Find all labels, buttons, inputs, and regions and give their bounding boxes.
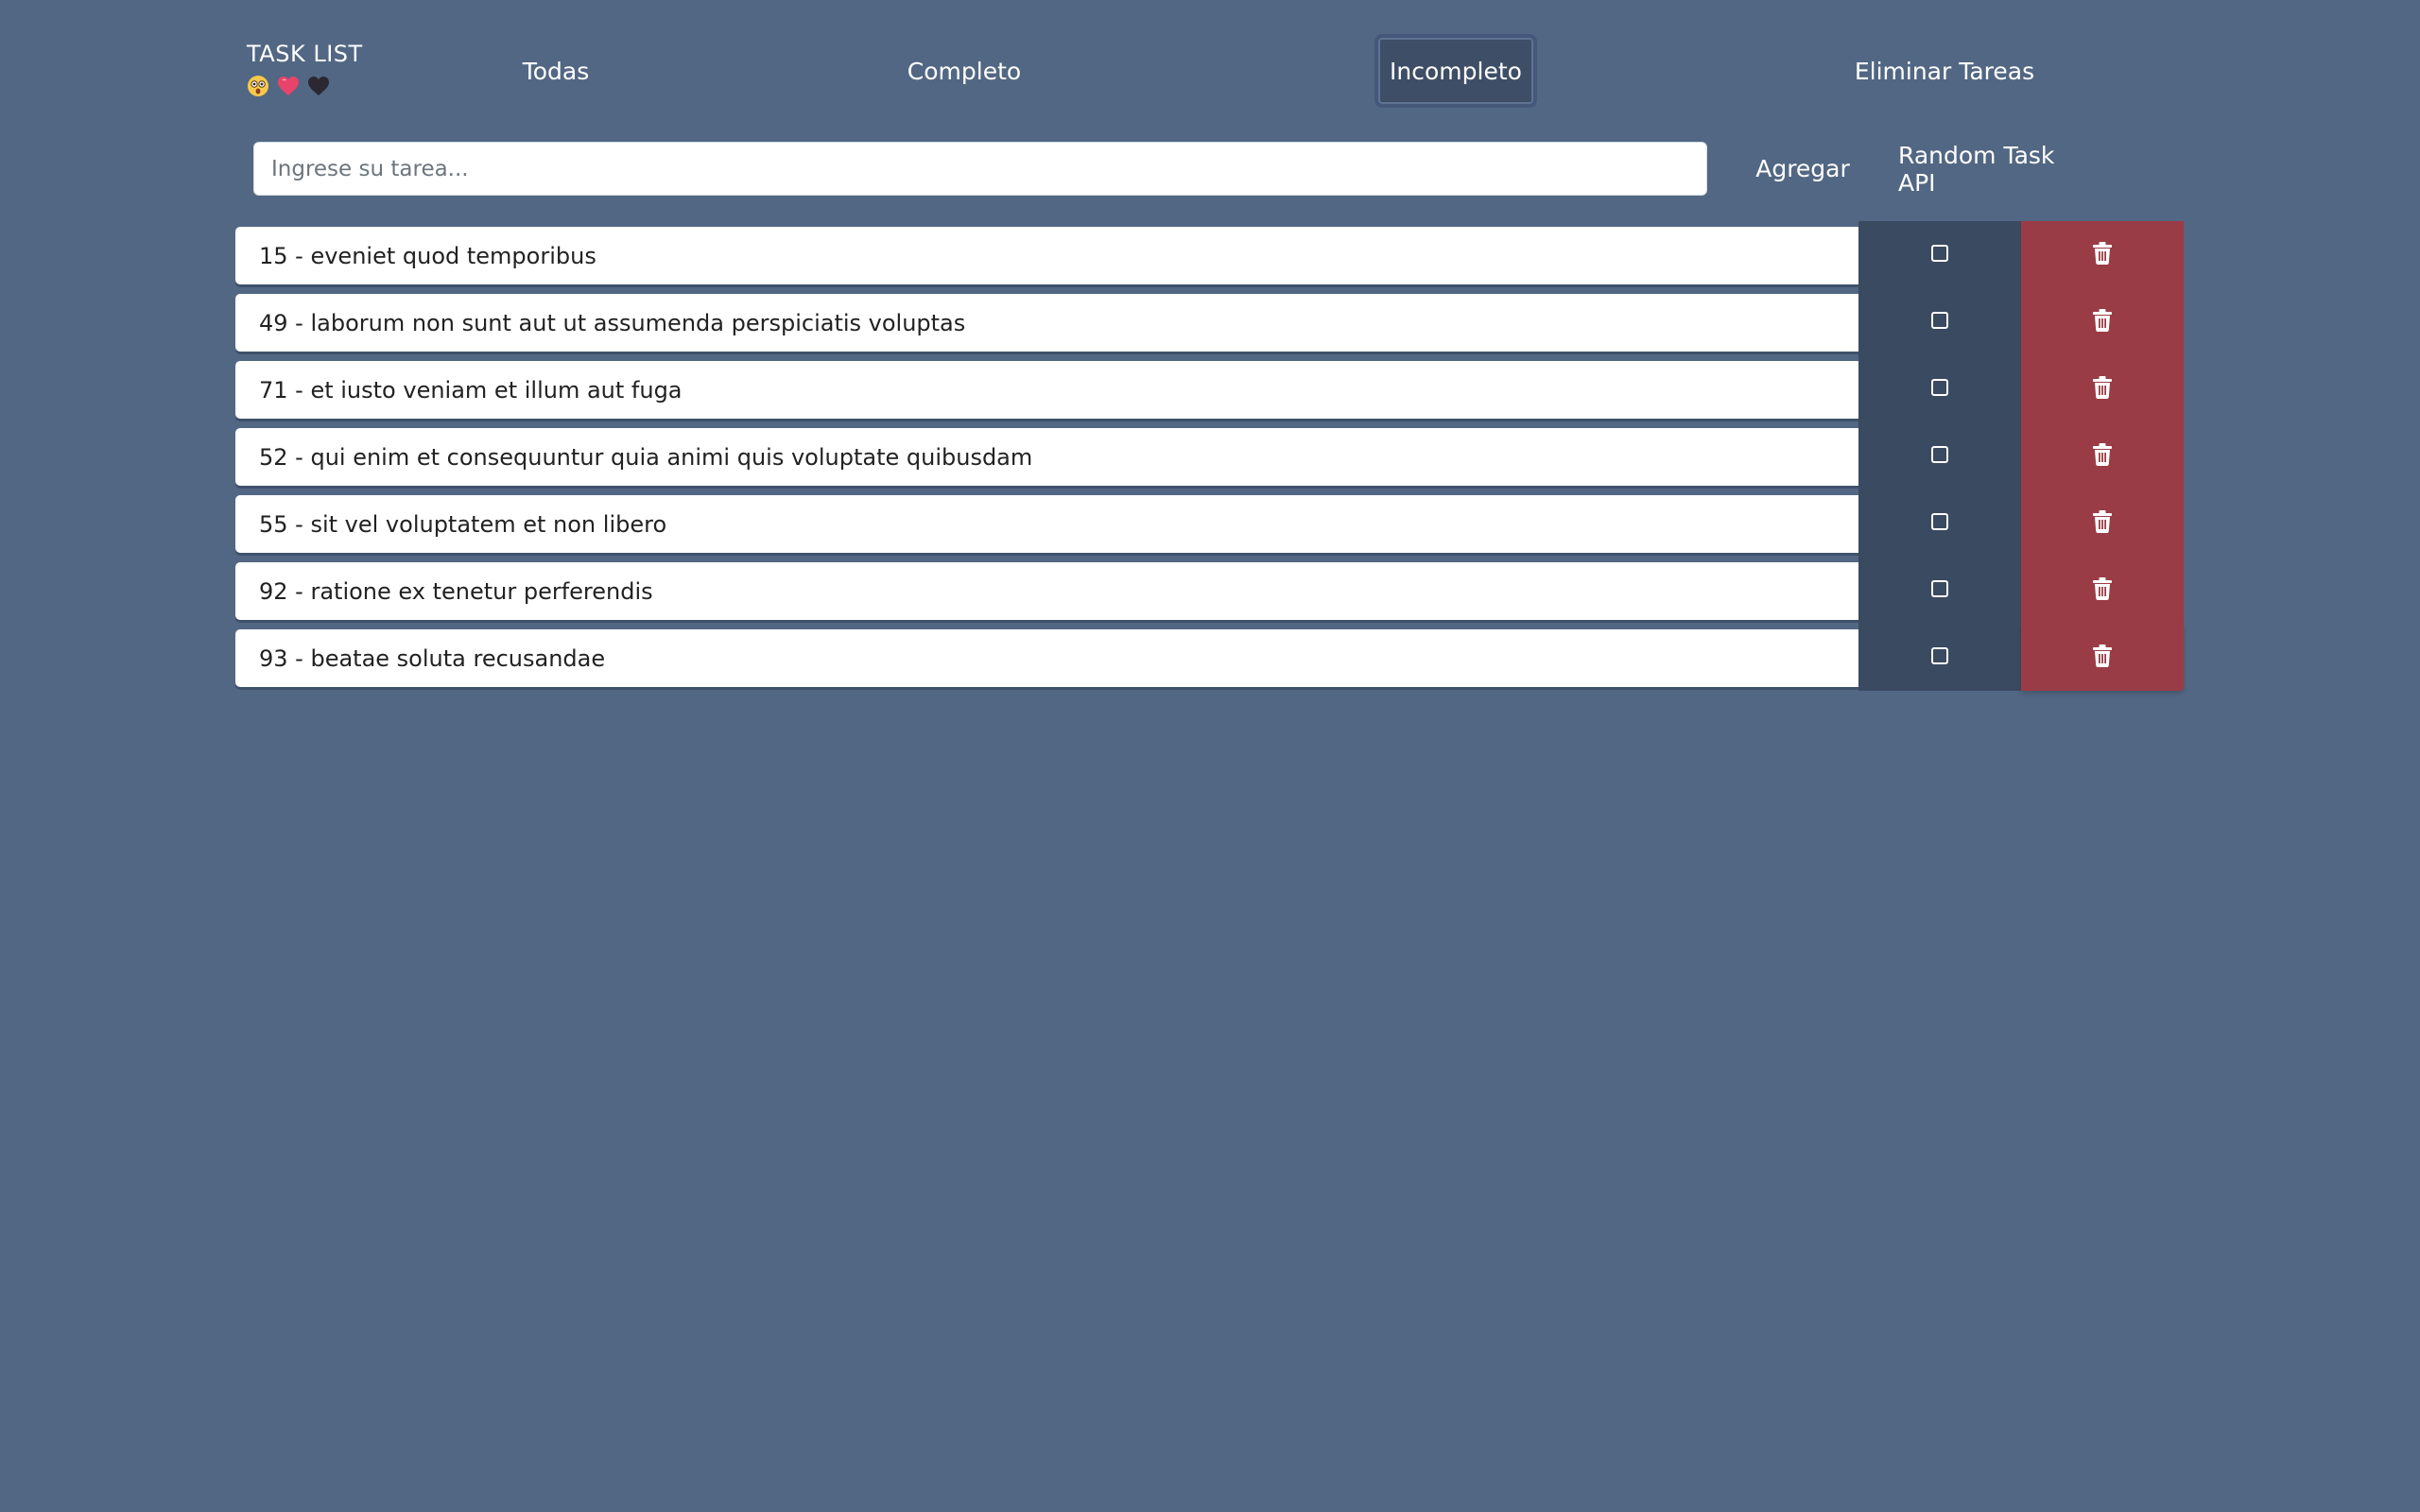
task-row: 15 - eveniet quod temporibus bbox=[235, 221, 2186, 288]
checkbox-icon bbox=[1931, 646, 1948, 664]
task-text: 92 - ratione ex tenetur perferendis bbox=[235, 562, 1858, 620]
trash-icon bbox=[2093, 442, 2112, 466]
checkbox-icon bbox=[1931, 378, 1948, 396]
app-title: TASK LIST bbox=[247, 41, 363, 67]
task-text: 52 - qui enim et consequuntur quia animi… bbox=[235, 428, 1858, 486]
brand: TASK LIST bbox=[247, 40, 379, 98]
task-text: 49 - laborum non sunt aut ut assumenda p… bbox=[235, 294, 1858, 352]
complete-task-button[interactable] bbox=[1858, 557, 2021, 624]
trash-icon bbox=[2093, 308, 2112, 332]
checkbox-icon bbox=[1931, 244, 1948, 262]
complete-task-button[interactable] bbox=[1858, 624, 2021, 691]
delete-tasks-button[interactable]: Eliminar Tareas bbox=[1840, 34, 2049, 108]
task-text: 15 - eveniet quod temporibus bbox=[235, 227, 1858, 284]
task-text: 55 - sit vel voluptatem et non libero bbox=[235, 495, 1858, 553]
checkbox-icon bbox=[1931, 445, 1948, 463]
task-row: 71 - et iusto veniam et illum aut fuga bbox=[235, 355, 2186, 422]
task-row: 55 - sit vel voluptatem et non libero bbox=[235, 490, 2186, 557]
delete-task-button[interactable] bbox=[2021, 288, 2184, 355]
delete-task-button[interactable] bbox=[2021, 557, 2184, 624]
task-list: 15 - eveniet quod temporibus 49 - laboru… bbox=[235, 221, 2186, 691]
trash-icon bbox=[2093, 375, 2112, 399]
complete-task-button[interactable] bbox=[1858, 490, 2021, 557]
checkbox-icon bbox=[1931, 512, 1948, 530]
random-task-api-button[interactable]: Random Task API bbox=[1898, 142, 2097, 197]
trash-icon bbox=[2093, 576, 2112, 600]
delete-task-button[interactable] bbox=[2021, 624, 2184, 691]
complete-task-button[interactable] bbox=[1858, 422, 2021, 490]
checkbox-icon bbox=[1931, 579, 1948, 597]
tab-completed[interactable]: Completo bbox=[884, 34, 1045, 108]
delete-task-button[interactable] bbox=[2021, 422, 2184, 490]
tab-all[interactable]: Todas bbox=[492, 34, 620, 108]
brand-emojis bbox=[247, 74, 379, 98]
task-input[interactable] bbox=[253, 142, 1707, 196]
task-row: 92 - ratione ex tenetur perferendis bbox=[235, 557, 2186, 624]
complete-task-button[interactable] bbox=[1858, 355, 2021, 422]
trash-icon bbox=[2093, 241, 2112, 265]
tab-incomplete[interactable]: Incompleto bbox=[1374, 34, 1537, 108]
black-heart-icon bbox=[308, 77, 329, 95]
task-text: 93 - beatae soluta recusandae bbox=[235, 629, 1858, 687]
delete-task-button[interactable] bbox=[2021, 490, 2184, 557]
trash-icon bbox=[2093, 509, 2112, 533]
complete-task-button[interactable] bbox=[1858, 288, 2021, 355]
task-row: 52 - qui enim et consequuntur quia animi… bbox=[235, 422, 2186, 490]
pink-heart-icon bbox=[278, 77, 299, 95]
task-list-app: TASK LIST Todas Completo Incompleto Elim… bbox=[0, 0, 2420, 1512]
task-row: 49 - laborum non sunt aut ut assumenda p… bbox=[235, 288, 2186, 355]
delete-task-button[interactable] bbox=[2021, 355, 2184, 422]
delete-task-button[interactable] bbox=[2021, 221, 2184, 288]
task-text: 71 - et iusto veniam et illum aut fuga bbox=[235, 361, 1858, 419]
checkbox-icon bbox=[1931, 311, 1948, 329]
complete-task-button[interactable] bbox=[1858, 221, 2021, 288]
add-task-button[interactable]: Agregar bbox=[1745, 142, 1860, 196]
task-row: 93 - beatae soluta recusandae bbox=[235, 624, 2186, 691]
astonished-face-icon bbox=[248, 76, 268, 96]
trash-icon bbox=[2093, 644, 2112, 667]
